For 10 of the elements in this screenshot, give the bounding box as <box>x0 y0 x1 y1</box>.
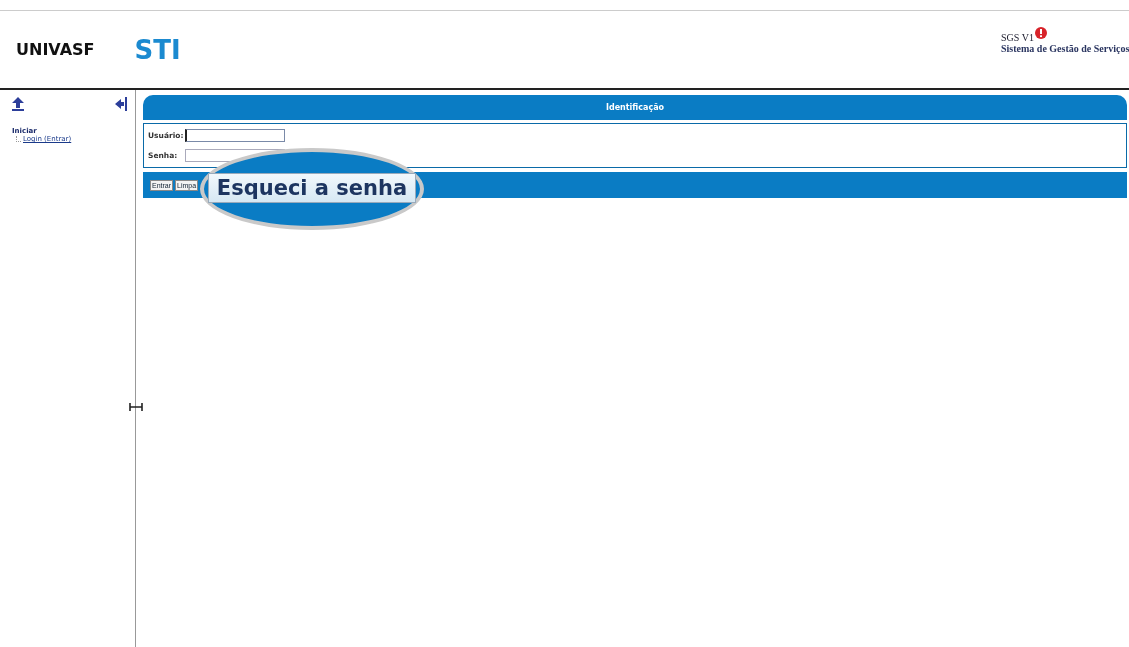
app-name: SGS V1 <box>1001 31 1034 43</box>
forgot-password-button[interactable]: Esqueci a senha <box>207 173 417 203</box>
app-subtitle: Sistema de Gestão de Serviços <box>1001 42 1129 54</box>
university-logo: UNIVASF <box>15 39 96 60</box>
input-field[interactable] <box>185 129 285 142</box>
up-arrow-icon[interactable] <box>12 97 24 111</box>
resize-handle-icon[interactable] <box>129 403 143 411</box>
panel-title-bar: Identificação <box>143 95 1127 120</box>
sti-logo: STI <box>134 34 181 65</box>
collapse-arrow-icon[interactable] <box>115 97 127 111</box>
